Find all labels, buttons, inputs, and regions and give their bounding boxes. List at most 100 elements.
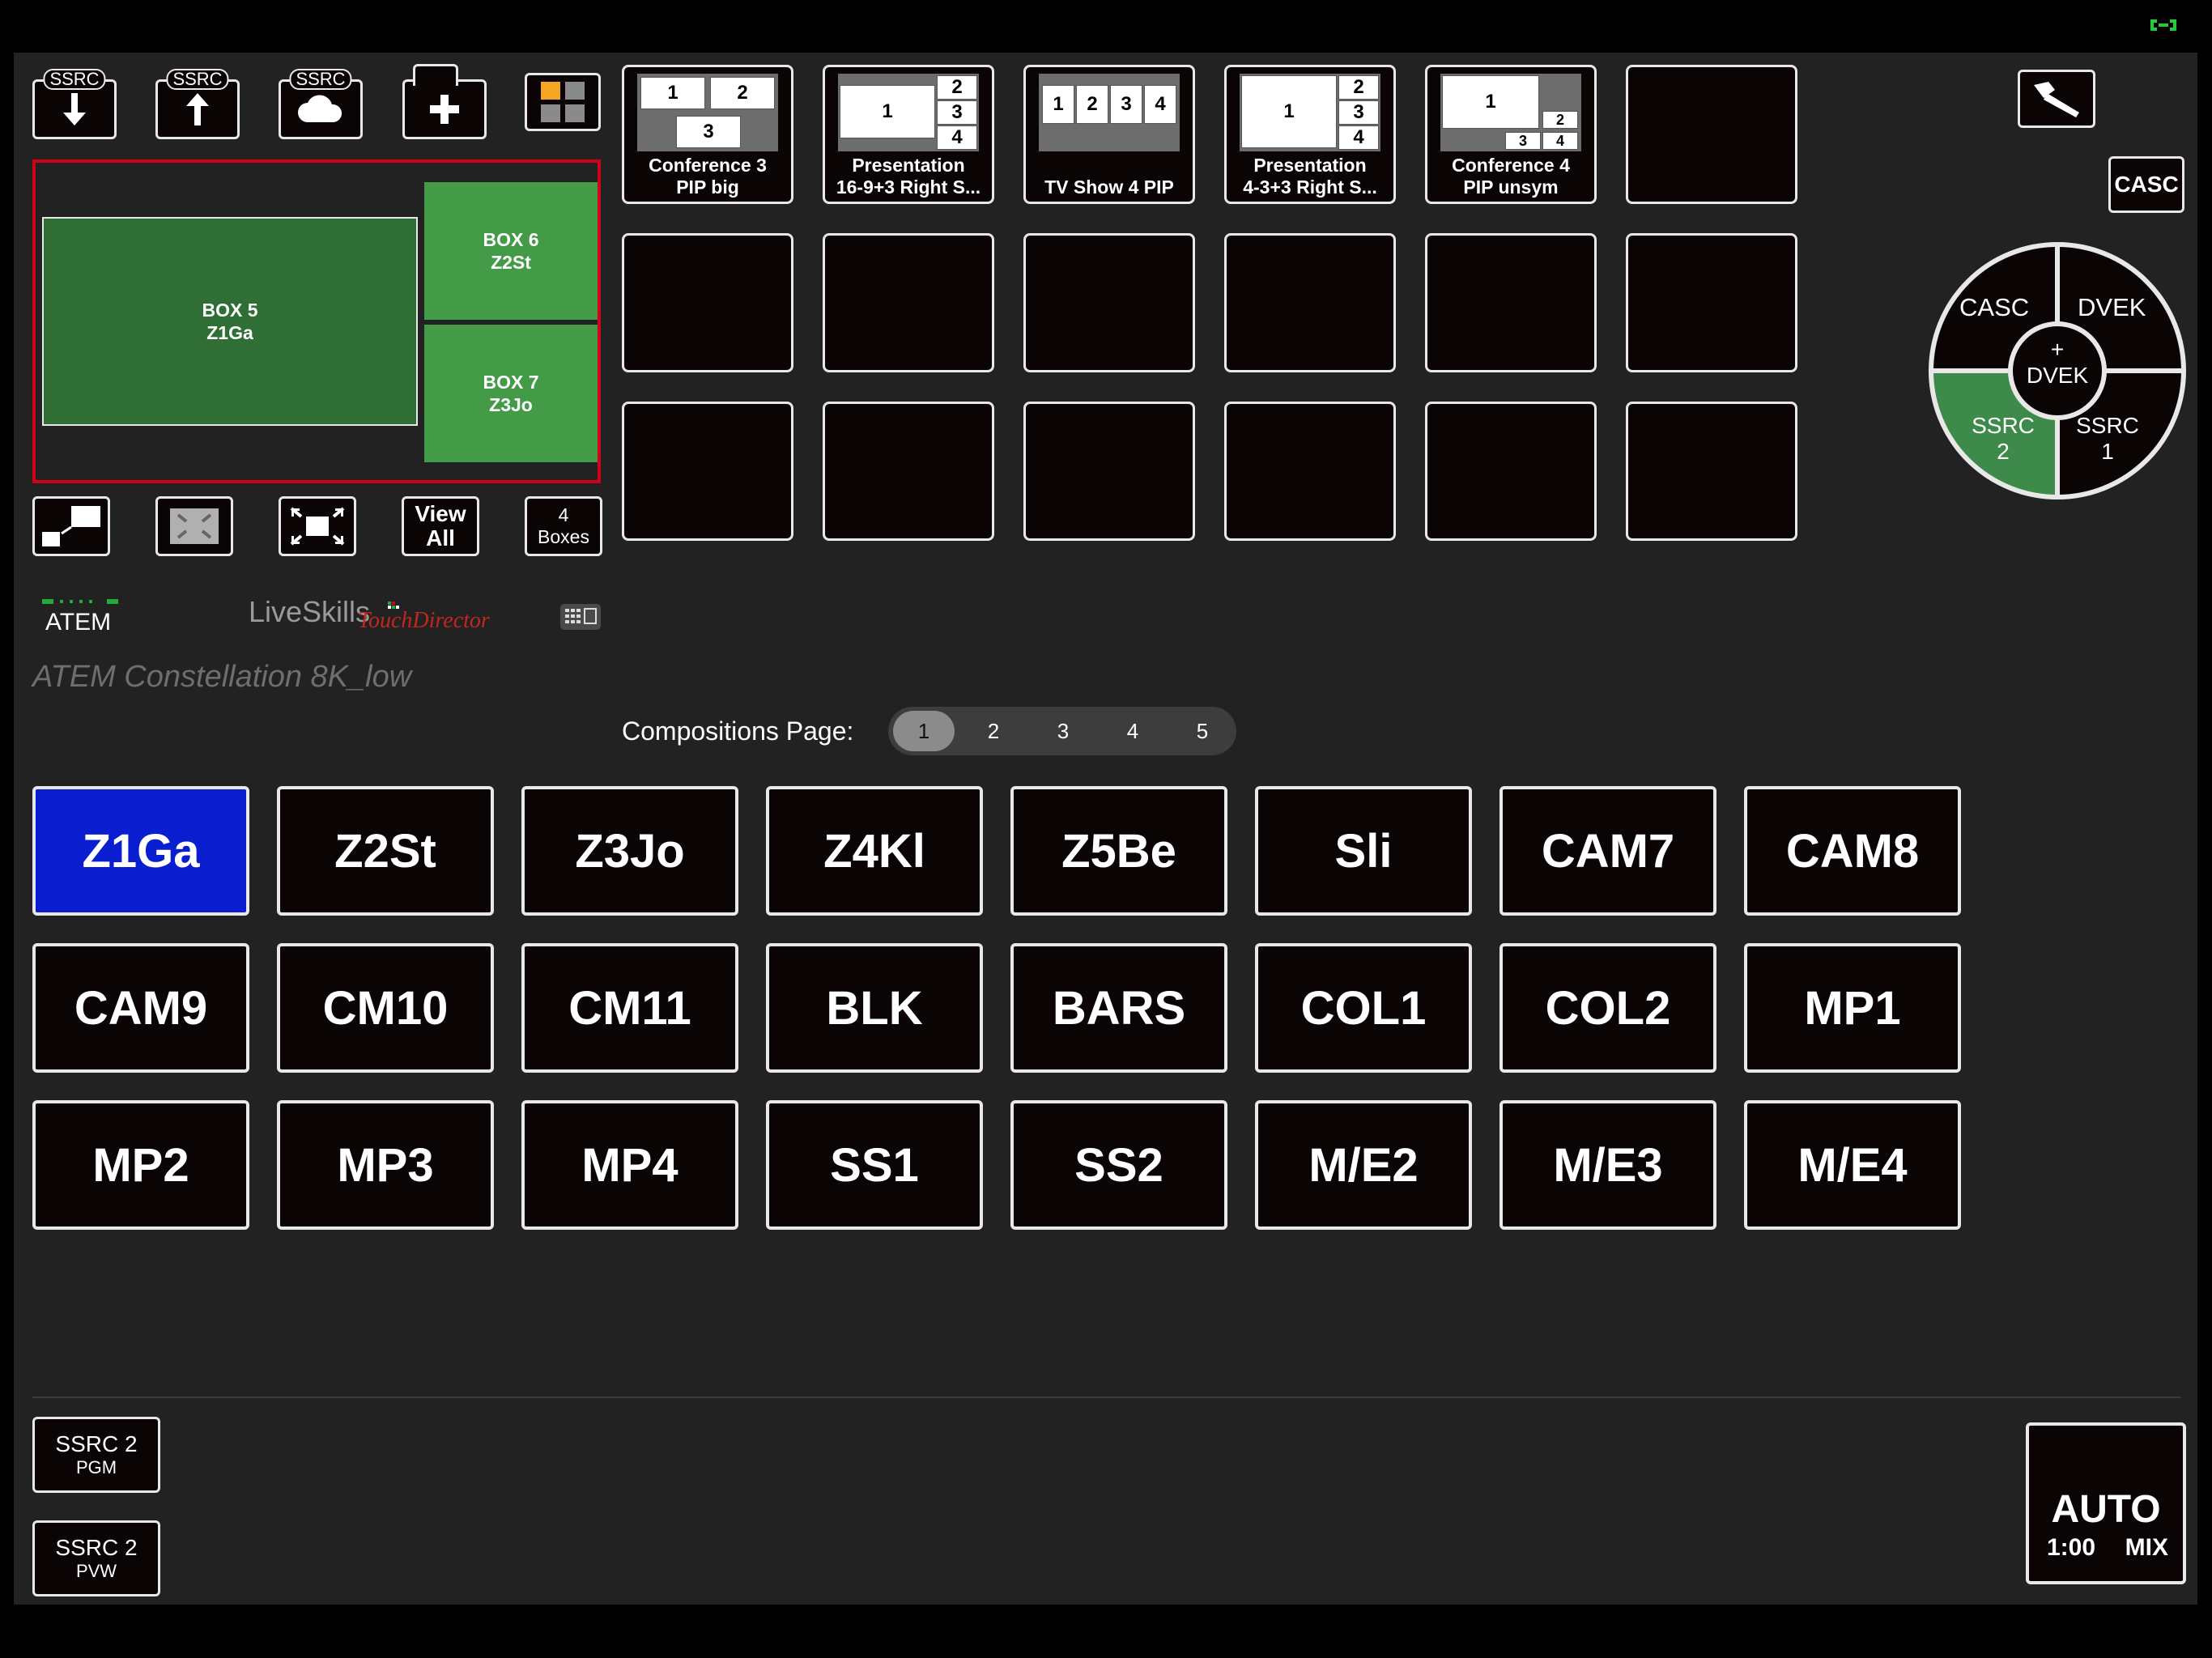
page-button-2[interactable]: 2	[963, 711, 1024, 751]
source-button[interactable]: COL2	[1499, 943, 1716, 1073]
source-button[interactable]: Z2St	[277, 786, 494, 916]
source-button[interactable]: COL1	[1255, 943, 1472, 1073]
source-button[interactable]: SS1	[766, 1100, 983, 1230]
composition-label: Conference 4 PIP unsym	[1427, 155, 1594, 198]
view-all-button[interactable]: View All	[402, 496, 479, 556]
boxes-count-button[interactable]: 4 Boxes	[525, 496, 602, 556]
composition-empty-slot[interactable]	[823, 233, 994, 372]
source-button[interactable]: MP1	[1744, 943, 1961, 1073]
composition-presentation-16-9[interactable]: 1 2 3 4 Presentation 16-9+3 Right S...	[823, 65, 994, 204]
composition-empty-slot[interactable]	[1224, 233, 1396, 372]
pgm-line2: PGM	[75, 1457, 117, 1477]
ssrc-cloud-button[interactable]: SSRC	[279, 69, 363, 139]
swap-layout-button[interactable]	[32, 496, 110, 556]
view-all-line1: View	[415, 501, 466, 526]
ssrc-pvw-button[interactable]: SSRC 2 PVW	[32, 1520, 160, 1596]
keypad-button[interactable]	[560, 604, 601, 630]
ssrc-upload-button[interactable]: SSRC	[155, 69, 240, 139]
fullscreen-button[interactable]	[155, 496, 233, 556]
grid-color-button[interactable]	[525, 73, 601, 131]
footer-divider	[32, 1397, 2181, 1398]
box-title: BOX 5	[202, 300, 258, 321]
source-button[interactable]: BARS	[1010, 943, 1227, 1073]
composition-empty-slot[interactable]	[1023, 233, 1195, 372]
composition-conference-3[interactable]: 1 2 3 Conference 3 PIP big	[622, 65, 793, 204]
wheel-ssrc2-label[interactable]: SSRC 2	[1963, 413, 2044, 465]
source-button[interactable]: M/E2	[1255, 1100, 1472, 1230]
composition-empty-slot[interactable]	[1626, 65, 1797, 204]
thumb-cell: 1	[640, 77, 705, 109]
source-button[interactable]: MP2	[32, 1100, 249, 1230]
composition-empty-slot[interactable]	[823, 402, 994, 541]
thumb-cell: 2	[710, 77, 775, 109]
source-button[interactable]: CAM8	[1744, 786, 1961, 916]
thumb-cell: 4	[937, 125, 977, 150]
thumb-cell: 2	[937, 75, 977, 100]
page-button-1[interactable]: 1	[893, 711, 955, 751]
composition-name: Presentation	[852, 155, 965, 176]
source-button[interactable]: CM10	[277, 943, 494, 1073]
composition-empty-slot[interactable]	[622, 233, 793, 372]
auto-transition-button[interactable]: AUTO 1:00 MIX	[2026, 1422, 2186, 1584]
page-button-3[interactable]: 3	[1032, 711, 1094, 751]
liveskills-text: LiveSkills	[249, 595, 371, 628]
preview-box-7[interactable]: BOX 7 Z3Jo	[424, 325, 598, 462]
source-button[interactable]: BLK	[766, 943, 983, 1073]
device-name: ATEM Constellation 8K_low	[32, 660, 412, 694]
pvw-line2: PVW	[75, 1561, 117, 1581]
composition-presentation-4-3[interactable]: 1 2 3 4 Presentation 4-3+3 Right S...	[1224, 65, 1396, 204]
page-button-4[interactable]: 4	[1102, 711, 1163, 751]
wheel-casc-label[interactable]: CASC	[1959, 293, 2029, 322]
source-button[interactable]: Z4Kl	[766, 786, 983, 916]
source-button[interactable]: Z3Jo	[521, 786, 738, 916]
ssrc-tag: SSRC	[289, 69, 352, 90]
ssrc-download-button[interactable]: SSRC	[32, 69, 117, 139]
shrink-button[interactable]	[279, 496, 356, 556]
composition-empty-slot[interactable]	[1023, 402, 1195, 541]
casc-toggle-button[interactable]: CASC	[2108, 156, 2184, 213]
composition-conference-4[interactable]: 1 2 3 4 Conference 4 PIP unsym	[1425, 65, 1597, 204]
preview-box-6[interactable]: BOX 6 Z2St	[424, 182, 598, 320]
preview-box-5[interactable]: BOX 5 Z1Ga	[42, 217, 418, 426]
auto-title: AUTO	[2051, 1488, 2161, 1531]
source-button[interactable]: Sli	[1255, 786, 1472, 916]
ssrc-tag: SSRC	[43, 69, 106, 90]
composition-thumbnail: 1 2 3	[637, 74, 778, 151]
boxes-count: 4	[558, 504, 569, 525]
composition-subtitle: PIP big	[676, 176, 739, 198]
composition-subtitle: 16-9+3 Right S...	[836, 176, 981, 198]
composition-empty-slot[interactable]	[1224, 402, 1396, 541]
composition-tv-show-4-pip[interactable]: 1 2 3 4 TV Show 4 PIP	[1023, 65, 1195, 204]
composition-empty-slot[interactable]	[622, 402, 793, 541]
source-button[interactable]: SS2	[1010, 1100, 1227, 1230]
source-button[interactable]: CAM7	[1499, 786, 1716, 916]
page-button-5[interactable]: 5	[1172, 711, 1233, 751]
wheel-ssrc1-label[interactable]: SSRC 1	[2067, 413, 2148, 465]
source-button[interactable]: Z1Ga	[32, 786, 249, 916]
source-button[interactable]: Z5Be	[1010, 786, 1227, 916]
ssrc-pgm-button[interactable]: SSRC 2 PGM	[32, 1417, 160, 1493]
composition-subtitle: 4-3+3 Right S...	[1243, 176, 1377, 198]
liveskills-logo: LiveSkills TouchDirector	[249, 595, 508, 636]
wheel-dvek-label[interactable]: DVEK	[2078, 293, 2146, 322]
casc-toggle-label: CASC	[2114, 172, 2179, 197]
wheel-center-line1: +	[2050, 337, 2065, 362]
source-button[interactable]: M/E3	[1499, 1100, 1716, 1230]
composition-empty-slot[interactable]	[1626, 233, 1797, 372]
source-button[interactable]: MP3	[277, 1100, 494, 1230]
wheel-ssrc1-line1: SSRC	[2076, 413, 2139, 438]
add-folder-button[interactable]	[402, 64, 487, 139]
hammer-button[interactable]	[2018, 70, 2095, 128]
composition-empty-slot[interactable]	[1425, 233, 1597, 372]
composition-empty-slot[interactable]	[1425, 402, 1597, 541]
upload-icon	[186, 93, 209, 125]
source-button[interactable]: CM11	[521, 943, 738, 1073]
thumb-cell: 3	[1338, 100, 1379, 125]
source-button[interactable]: M/E4	[1744, 1100, 1961, 1230]
box-source: Z3Jo	[489, 394, 533, 415]
source-button[interactable]: MP4	[521, 1100, 738, 1230]
composition-empty-slot[interactable]	[1626, 402, 1797, 541]
source-button[interactable]: CAM9	[32, 943, 249, 1073]
cloud-icon	[298, 95, 342, 122]
thumb-cell: 2	[1542, 111, 1578, 129]
